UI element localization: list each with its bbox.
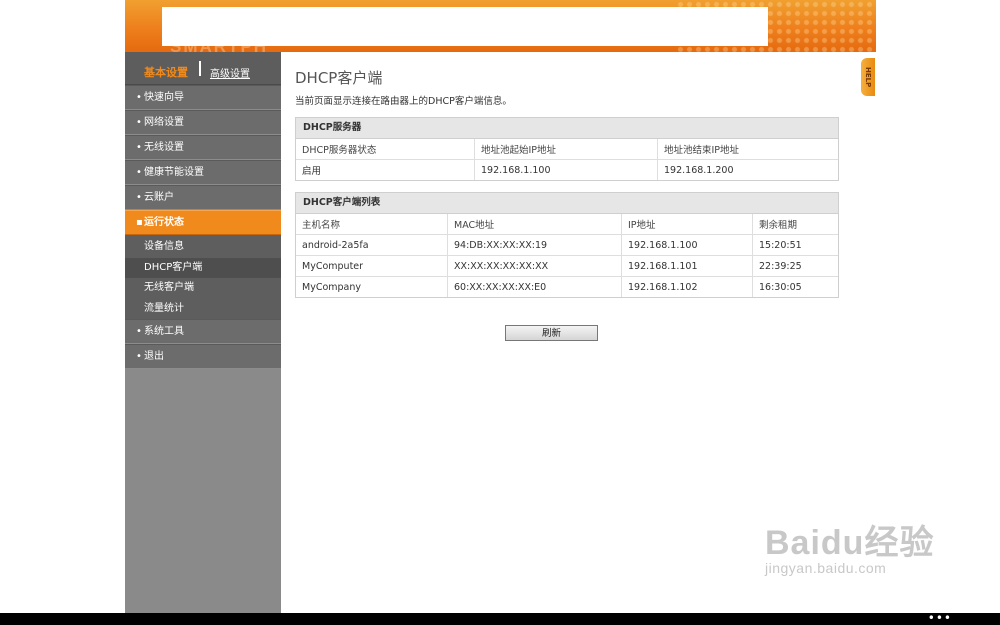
sidebar-item-eco[interactable]: • 健康节能设置 <box>125 160 281 185</box>
dhcp-server-panel: DHCP服务器 DHCP服务器状态 地址池起始IP地址 地址池结束IP地址 启用… <box>295 117 839 181</box>
bullet-icon: • <box>136 167 142 178</box>
lease-cell: 22:39:25 <box>752 255 838 277</box>
bullet-icon: • <box>136 142 142 153</box>
column-header: 主机名称 <box>296 214 448 235</box>
sidebar-item-label: 退出 <box>144 351 164 362</box>
subitem-wireless-clients[interactable]: 无线客户端 <box>125 278 281 299</box>
sidebar-item-label: 云账户 <box>144 192 174 203</box>
watermark-logo: Baidu经验 <box>765 524 935 562</box>
page-description: 当前页面显示连接在路由器上的DHCP客户端信息。 <box>295 96 512 107</box>
table-header-row: DHCP服务器状态 地址池起始IP地址 地址池结束IP地址 <box>296 139 838 160</box>
table-row: MyCompany 60:XX:XX:XX:XX:E0 192.168.1.10… <box>296 276 838 297</box>
sidebar-item-logout[interactable]: • 退出 <box>125 344 281 369</box>
status-submenu: 设备信息 DHCP客户端 无线客户端 流量统计 <box>125 235 281 319</box>
mac-cell: XX:XX:XX:XX:XX:XX <box>447 255 622 277</box>
host-cell: MyComputer <box>296 255 448 277</box>
table-row: MyComputer XX:XX:XX:XX:XX:XX 192.168.1.1… <box>296 255 838 277</box>
page-title: DHCP客户端 <box>295 69 383 87</box>
sidebar-item-label: 快速向导 <box>144 92 184 103</box>
column-header: MAC地址 <box>447 214 622 235</box>
table-header-row: 主机名称 MAC地址 IP地址 剩余租期 <box>296 214 838 235</box>
outer-background-left <box>0 0 125 613</box>
dhcp-client-table: 主机名称 MAC地址 IP地址 剩余租期 android-2a5fa 94:DB… <box>296 214 838 297</box>
sidebar-item-label: 健康节能设置 <box>144 167 204 178</box>
mode-separator <box>199 61 201 76</box>
watermark: Baidu经验 jingyan.baidu.com <box>765 515 934 576</box>
column-header: IP地址 <box>621 214 753 235</box>
subitem-dhcp-clients[interactable]: DHCP客户端 <box>125 257 281 278</box>
sidebar-item-label: 运行状态 <box>144 217 184 228</box>
bullet-icon: • <box>136 92 142 103</box>
sidebar-item-label: 系统工具 <box>144 326 184 337</box>
host-cell: MyCompany <box>296 276 448 297</box>
help-tab[interactable]: HELP <box>861 58 875 96</box>
bullet-icon: • <box>136 326 142 337</box>
bullet-icon: • <box>136 192 142 203</box>
sidebar-mode-switch: 基本设置 高级设置 <box>125 52 281 85</box>
sidebar-item-system-tools[interactable]: • 系统工具 <box>125 319 281 344</box>
column-header: 地址池结束IP地址 <box>657 139 838 160</box>
bottom-bar: ••• <box>0 612 1000 625</box>
sidebar-item-quick-setup[interactable]: • 快速向导 <box>125 85 281 110</box>
refresh-button[interactable]: 刷新 <box>505 325 598 341</box>
host-cell: android-2a5fa <box>296 234 448 256</box>
header-redaction-box <box>162 7 768 46</box>
table-row: 启用 192.168.1.100 192.168.1.200 <box>296 159 838 180</box>
subitem-traffic-stats[interactable]: 流量统计 <box>125 299 281 320</box>
column-header: DHCP服务器状态 <box>296 139 475 160</box>
column-header: 地址池起始IP地址 <box>474 139 658 160</box>
bullet-icon: • <box>136 351 142 362</box>
sidebar-item-network[interactable]: • 网络设置 <box>125 110 281 135</box>
table-cell: 192.168.1.100 <box>474 159 658 180</box>
ip-cell: 192.168.1.101 <box>621 255 753 277</box>
sidebar-item-wireless[interactable]: • 无线设置 <box>125 135 281 160</box>
mac-cell: 60:XX:XX:XX:XX:E0 <box>447 276 622 297</box>
panel-title: DHCP服务器 <box>296 118 838 139</box>
more-icon[interactable]: ••• <box>928 612 952 624</box>
lease-cell: 16:30:05 <box>759 281 802 293</box>
sidebar-item-label: 无线设置 <box>144 142 184 153</box>
table-cell: 192.168.1.200 <box>664 164 734 176</box>
panel-title: DHCP客户端列表 <box>296 193 838 214</box>
table-row: android-2a5fa 94:DB:XX:XX:XX:19 192.168.… <box>296 234 838 256</box>
sidebar-item-status[interactable]: ▪运行状态 <box>125 210 281 235</box>
dhcp-server-table: DHCP服务器状态 地址池起始IP地址 地址池结束IP地址 启用 192.168… <box>296 139 838 180</box>
ip-cell: 192.168.1.100 <box>621 234 753 256</box>
dhcp-client-list-panel: DHCP客户端列表 主机名称 MAC地址 IP地址 剩余租期 android-2… <box>295 192 839 298</box>
table-cell: 启用 <box>296 159 475 180</box>
advanced-settings-link[interactable]: 高级设置 <box>210 65 250 80</box>
square-bullet-icon: ▪ <box>136 217 143 228</box>
subitem-device-info[interactable]: 设备信息 <box>125 237 281 258</box>
sidebar-item-cloud[interactable]: • 云账户 <box>125 185 281 210</box>
sidebar-item-label: 网络设置 <box>144 117 184 128</box>
sidebar: 基本设置 高级设置 • 快速向导 • 网络设置 • 无线设置 • 健康节能设置 • 云账户… <box>125 52 281 613</box>
ip-cell: 192.168.1.102 <box>621 276 753 297</box>
basic-settings-link[interactable]: 基本设置 <box>144 64 188 80</box>
column-header: 剩余租期 <box>752 214 838 235</box>
mac-cell: 94:DB:XX:XX:XX:19 <box>447 234 622 256</box>
header-banner: SMARTPH <box>125 0 876 52</box>
lease-cell: 15:20:51 <box>752 234 838 256</box>
bullet-icon: • <box>136 117 142 128</box>
